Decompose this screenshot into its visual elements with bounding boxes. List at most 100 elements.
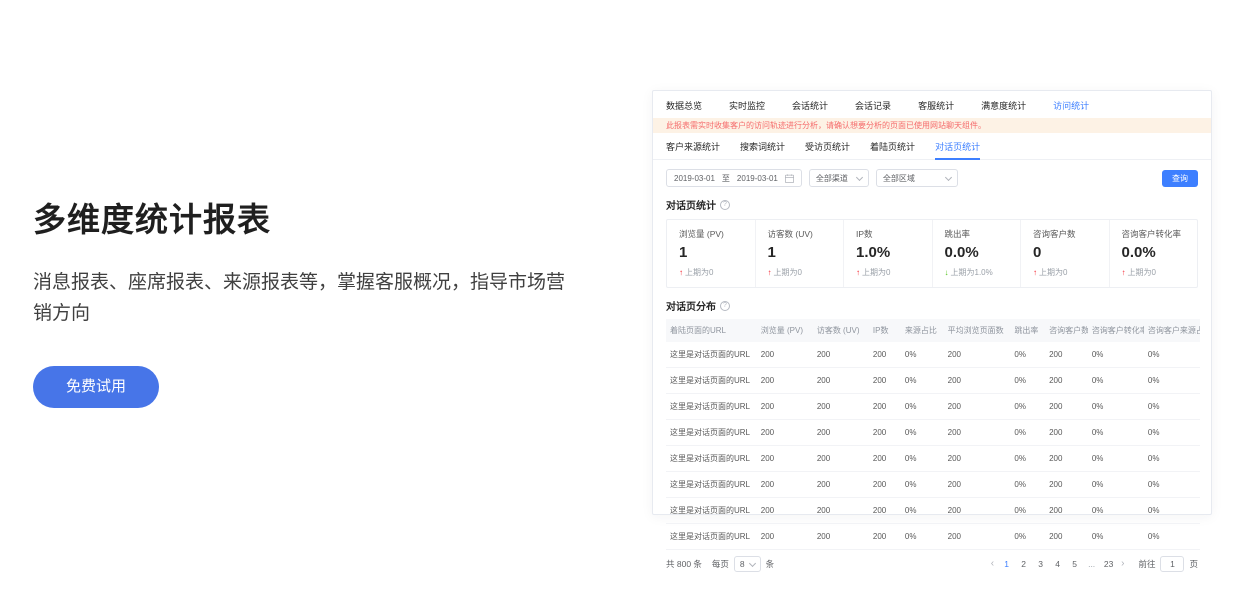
table-cell: 200	[944, 394, 1011, 420]
pagination-bar: 共 800 条 每页 8 条 ‹ 12345...23 › 前往 页	[666, 556, 1198, 572]
top-tab-1[interactable]: 实时监控	[729, 99, 765, 112]
table-header-cell: 访客数 (UV)	[813, 319, 869, 342]
date-separator: 至	[722, 173, 730, 184]
date-range-picker[interactable]: 2019-03-01 至 2019-03-01	[666, 169, 802, 187]
query-button[interactable]: 查询	[1162, 170, 1198, 187]
metric-compare-text: 上期为0	[862, 267, 890, 278]
table-cell: 0%	[901, 368, 944, 394]
table-cell: 200	[1045, 420, 1088, 446]
table-cell: 200	[757, 368, 813, 394]
sub-tab-4[interactable]: 对话页统计	[935, 133, 980, 159]
table-cell: 200	[813, 420, 869, 446]
table-header-cell: 浏览量 (PV)	[757, 319, 813, 342]
pager: ‹ 12345...23 › 前往 页	[989, 556, 1198, 572]
next-page-icon[interactable]: ›	[1119, 559, 1126, 569]
page-ellipsis: ...	[1085, 559, 1098, 569]
table-cell: 0%	[1088, 498, 1144, 524]
metric-label: 浏览量 (PV)	[679, 228, 743, 240]
table-cell: 0%	[1144, 420, 1200, 446]
table-cell: 0%	[901, 498, 944, 524]
sub-tab-2[interactable]: 受访页统计	[805, 133, 850, 159]
date-end: 2019-03-01	[737, 174, 778, 183]
page-number[interactable]: 23	[1102, 559, 1115, 569]
help-icon[interactable]: ?	[720, 200, 730, 210]
free-trial-button[interactable]: 免费试用	[33, 366, 159, 408]
help-icon[interactable]: ?	[720, 301, 730, 311]
table-cell: 200	[1045, 472, 1088, 498]
sub-tab-0[interactable]: 客户来源统计	[666, 133, 720, 159]
table-cell: 200	[869, 446, 901, 472]
hero-description: 消息报表、座席报表、来源报表等，掌握客服概况，指导市场营销方向	[33, 268, 578, 330]
table-row: 这里是对话页面的URL2002002000%2000%2000%0%	[666, 498, 1200, 524]
table-cell: 0%	[1088, 524, 1144, 550]
table-cell: 这里是对话页面的URL	[666, 368, 757, 394]
table-cell: 0%	[901, 472, 944, 498]
page-number[interactable]: 3	[1034, 559, 1047, 569]
table-cell: 0%	[1010, 420, 1045, 446]
arrow-up-icon: ↑	[679, 268, 683, 277]
page-number[interactable]: 4	[1051, 559, 1064, 569]
top-tab-2[interactable]: 会话统计	[792, 99, 828, 112]
table-cell: 0%	[1088, 368, 1144, 394]
arrow-down-icon: ↓	[945, 268, 949, 277]
metric-value: 0.0%	[1122, 244, 1186, 261]
page-number[interactable]: 2	[1017, 559, 1030, 569]
arrow-up-icon: ↑	[1122, 268, 1126, 277]
metric-card: 跳出率0.0%↓上期为1.0%	[932, 220, 1021, 287]
table-cell: 0%	[1088, 342, 1144, 368]
arrow-up-icon: ↑	[856, 268, 860, 277]
table-cell: 0%	[901, 524, 944, 550]
per-page-select[interactable]: 8	[734, 556, 761, 572]
top-tab-0[interactable]: 数据总览	[666, 99, 702, 112]
table-cell: 200	[757, 446, 813, 472]
table-cell: 这里是对话页面的URL	[666, 498, 757, 524]
table-cell: 200	[869, 472, 901, 498]
metric-card: 咨询客户数0↑上期为0	[1020, 220, 1109, 287]
table-cell: 200	[757, 420, 813, 446]
sub-tab-3[interactable]: 着陆页统计	[870, 133, 915, 159]
table-cell: 0%	[1088, 420, 1144, 446]
stats-title-text: 对话页统计	[666, 197, 716, 212]
pagination-total: 共 800 条	[666, 558, 702, 570]
metric-compare: ↑上期为0	[1122, 267, 1186, 278]
top-tab-4[interactable]: 客服统计	[918, 99, 954, 112]
table-cell: 0%	[1088, 446, 1144, 472]
region-select[interactable]: 全部区域	[876, 169, 958, 187]
metric-compare: ↑上期为0	[679, 267, 743, 278]
table-cell: 0%	[1010, 472, 1045, 498]
table-cell: 200	[757, 472, 813, 498]
sub-tab-1[interactable]: 搜索词统计	[740, 133, 785, 159]
jump-prefix: 前往	[1138, 558, 1155, 570]
table-cell: 200	[1045, 394, 1088, 420]
chevron-down-icon	[945, 173, 952, 180]
jump-page-input[interactable]	[1160, 556, 1184, 572]
per-page-value: 8	[740, 559, 745, 569]
jump-suffix: 页	[1189, 558, 1198, 570]
top-tab-6[interactable]: 访问统计	[1053, 99, 1089, 112]
dashboard-panel: 数据总览实时监控会话统计会话记录客服统计满意度统计访问统计 此报表需实时收集客户…	[652, 90, 1212, 515]
page-list: 12345...23	[1000, 559, 1115, 569]
top-tab-5[interactable]: 满意度统计	[981, 99, 1026, 112]
page-title: 多维度统计报表	[33, 193, 578, 241]
table-cell: 0%	[1144, 498, 1200, 524]
table-row: 这里是对话页面的URL2002002000%2000%2000%0%	[666, 420, 1200, 446]
table-row: 这里是对话页面的URL2002002000%2000%2000%0%	[666, 446, 1200, 472]
table-row: 这里是对话页面的URL2002002000%2000%2000%0%	[666, 524, 1200, 550]
table-cell: 200	[944, 342, 1011, 368]
table-cell: 200	[757, 394, 813, 420]
table-header-cell: 咨询客户数	[1045, 319, 1088, 342]
distribution-section-title: 对话页分布 ?	[666, 298, 1198, 313]
table-header-cell: 着陆页面的URL	[666, 319, 757, 342]
table-cell: 200	[813, 446, 869, 472]
per-page-suffix: 条	[766, 558, 775, 570]
table-row: 这里是对话页面的URL2002002000%2000%2000%0%	[666, 368, 1200, 394]
prev-page-icon[interactable]: ‹	[989, 559, 996, 569]
page-number[interactable]: 5	[1068, 559, 1081, 569]
page-number[interactable]: 1	[1000, 559, 1013, 569]
table-cell: 200	[813, 498, 869, 524]
table-cell: 0%	[1010, 446, 1045, 472]
top-tab-3[interactable]: 会话记录	[855, 99, 891, 112]
table-cell: 200	[869, 394, 901, 420]
table-cell: 200	[813, 342, 869, 368]
channel-select[interactable]: 全部渠道	[809, 169, 869, 187]
